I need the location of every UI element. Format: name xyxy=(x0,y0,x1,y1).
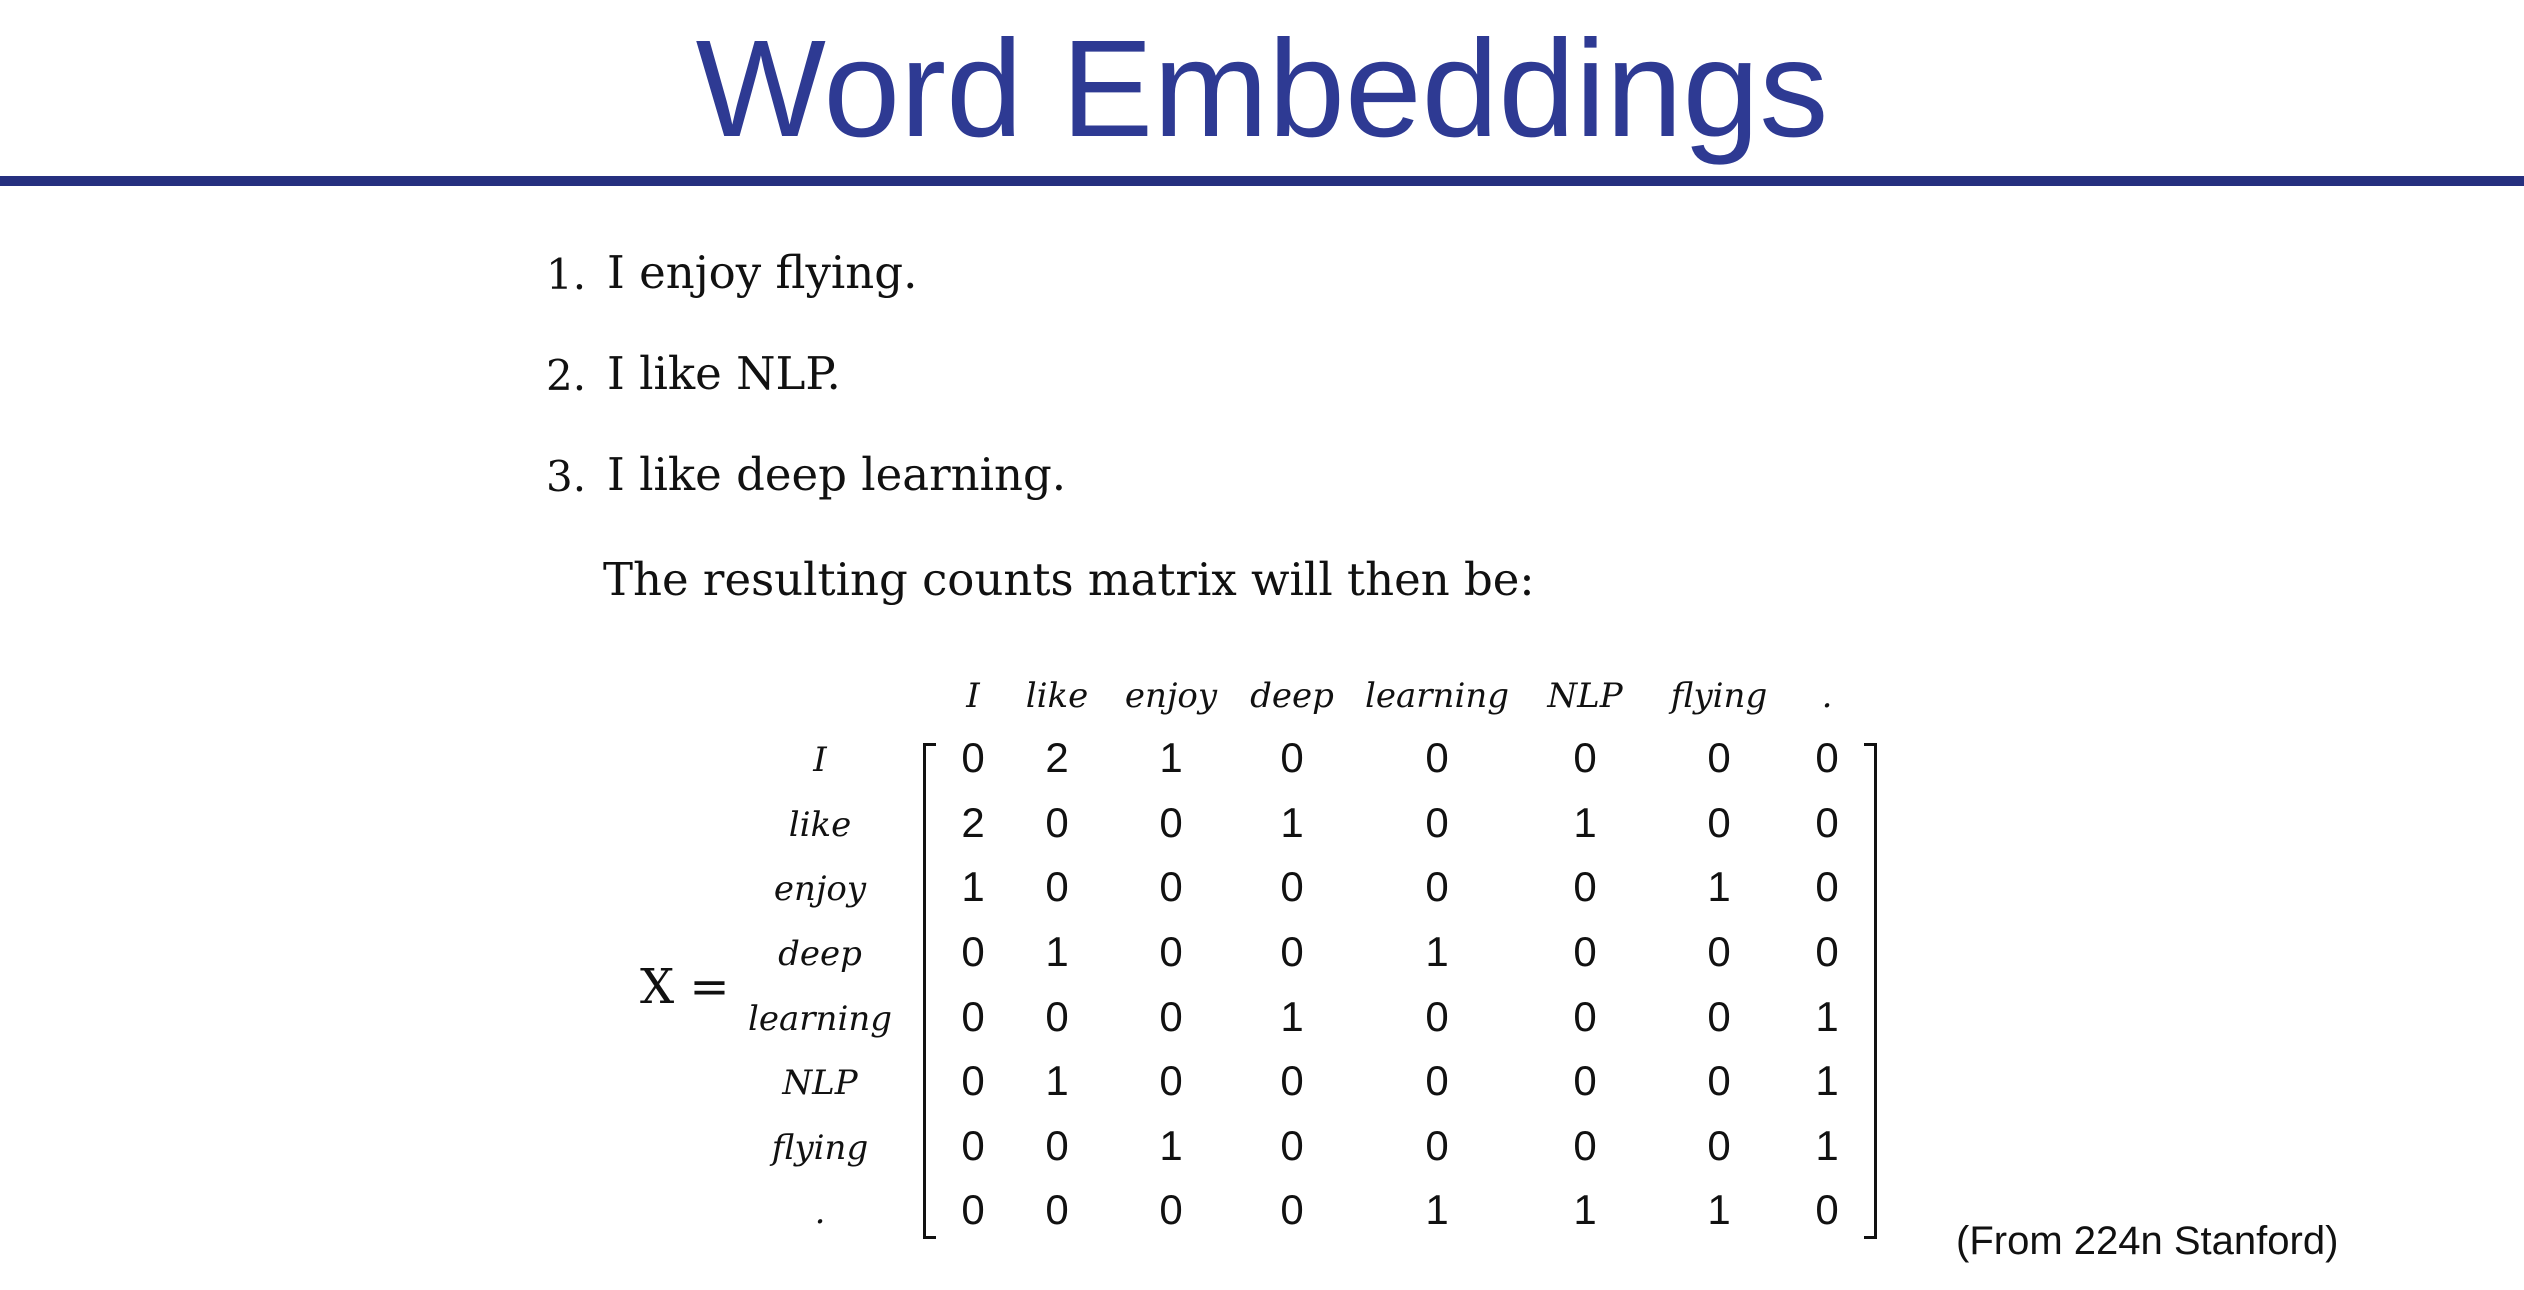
matrix-cell: 0 xyxy=(1425,863,1449,910)
matrix-cell: 0 xyxy=(1707,1057,1731,1104)
matrix-cell: 0 xyxy=(1280,928,1304,975)
matrix-cell: 0 xyxy=(1045,1186,1069,1233)
matrix-cell: 1 xyxy=(1707,1186,1731,1233)
list-item-number: 1. xyxy=(546,250,587,299)
matrix-cell: 0 xyxy=(1159,863,1183,910)
matrix-cell: 2 xyxy=(1045,734,1069,781)
matrix-cell: 1 xyxy=(1045,928,1069,975)
matrix-cell: 0 xyxy=(1159,1186,1183,1233)
matrix-cell: 0 xyxy=(961,1122,985,1169)
matrix-cell: 1 xyxy=(1815,1122,1839,1169)
matrix-column-header: learning xyxy=(1365,676,1509,716)
matrix-row-header: enjoy xyxy=(773,869,867,909)
matrix-cell: 0 xyxy=(1573,1122,1597,1169)
matrix-cell: 0 xyxy=(1045,799,1069,846)
matrix-label: X = xyxy=(640,959,730,1015)
matrix-cell: 1 xyxy=(1425,1186,1449,1233)
matrix-cell: 0 xyxy=(1707,734,1731,781)
matrix-cell: 0 xyxy=(1573,734,1597,781)
matrix-column-header: enjoy xyxy=(1124,676,1218,716)
matrix-cell: 0 xyxy=(1425,1122,1449,1169)
intro-text: The resulting counts matrix will then be… xyxy=(603,553,1535,606)
matrix-cell: 0 xyxy=(1159,1057,1183,1104)
matrix-cell: 0 xyxy=(961,1186,985,1233)
matrix-cell: 0 xyxy=(1707,928,1731,975)
matrix-cell: 0 xyxy=(1159,928,1183,975)
matrix-column-header: I xyxy=(966,676,980,716)
matrix-cell: 1 xyxy=(1573,799,1597,846)
list-item-number: 2. xyxy=(546,351,587,400)
matrix-right-bracket xyxy=(1864,743,1877,1239)
matrix-cell: 0 xyxy=(1573,993,1597,1040)
matrix-row-header: . xyxy=(814,1192,826,1232)
matrix-cell: 0 xyxy=(1280,734,1304,781)
matrix-cell: 0 xyxy=(961,1057,985,1104)
matrix-cell: 1 xyxy=(1425,928,1449,975)
matrix-row-header: flying xyxy=(771,1128,869,1168)
matrix-left-bracket xyxy=(923,743,936,1239)
matrix-cell: 0 xyxy=(1815,928,1839,975)
list-item-text: I like NLP. xyxy=(607,347,841,400)
matrix-cell: 0 xyxy=(1707,993,1731,1040)
matrix-cell: 1 xyxy=(1815,1057,1839,1104)
matrix-cell: 0 xyxy=(1280,863,1304,910)
matrix-row-header: like xyxy=(788,805,852,845)
matrix-cell: 1 xyxy=(961,863,985,910)
matrix-cell: 1 xyxy=(1045,1057,1069,1104)
matrix-cell: 0 xyxy=(1573,863,1597,910)
matrix-row-header: NLP xyxy=(782,1063,858,1103)
matrix-cell: 0 xyxy=(1707,1122,1731,1169)
matrix-column-header: flying xyxy=(1670,676,1768,716)
matrix-cell: 0 xyxy=(1815,863,1839,910)
matrix-column-header: . xyxy=(1821,676,1833,716)
slide-title: Word Embeddings xyxy=(695,12,1829,166)
matrix-cell: 0 xyxy=(1159,993,1183,1040)
matrix-cell: 0 xyxy=(961,993,985,1040)
matrix-cell: 0 xyxy=(1815,734,1839,781)
matrix-cell: 1 xyxy=(1815,993,1839,1040)
matrix-cell: 1 xyxy=(1280,799,1304,846)
matrix-row-header: learning xyxy=(748,999,892,1039)
matrix-cell: 1 xyxy=(1707,863,1731,910)
matrix-cell: 0 xyxy=(1425,734,1449,781)
matrix-cell: 0 xyxy=(961,734,985,781)
matrix-cell: 0 xyxy=(1425,1057,1449,1104)
matrix-cell: 0 xyxy=(1425,799,1449,846)
matrix-cell: 0 xyxy=(961,928,985,975)
matrix-cell: 2 xyxy=(961,799,985,846)
matrix-cell: 0 xyxy=(1280,1057,1304,1104)
matrix-column-header: like xyxy=(1025,676,1089,716)
matrix-cell: 0 xyxy=(1045,1122,1069,1169)
matrix-cell: 0 xyxy=(1707,799,1731,846)
list-item-text: I enjoy flying. xyxy=(607,246,918,299)
matrix-cell: 0 xyxy=(1425,993,1449,1040)
matrix-cell: 0 xyxy=(1045,993,1069,1040)
source-note: (From 224n Stanford) xyxy=(1956,1219,2339,1263)
matrix-cell: 1 xyxy=(1280,993,1304,1040)
matrix-cell: 0 xyxy=(1573,928,1597,975)
matrix-column-header: deep xyxy=(1250,676,1334,716)
title-divider xyxy=(0,176,2524,186)
matrix-cell: 0 xyxy=(1815,799,1839,846)
matrix-cell: 0 xyxy=(1280,1122,1304,1169)
matrix-cell: 1 xyxy=(1573,1186,1597,1233)
matrix-row-header: I xyxy=(813,740,827,780)
matrix-column-header: NLP xyxy=(1547,676,1623,716)
matrix-cell: 1 xyxy=(1159,734,1183,781)
matrix-cell: 0 xyxy=(1045,863,1069,910)
matrix-cell: 0 xyxy=(1280,1186,1304,1233)
list-item-text: I like deep learning. xyxy=(607,448,1067,501)
matrix-cell: 0 xyxy=(1159,799,1183,846)
matrix-cell: 0 xyxy=(1815,1186,1839,1233)
matrix-cell: 1 xyxy=(1159,1122,1183,1169)
matrix-row-header: deep xyxy=(778,934,862,974)
matrix-cell: 0 xyxy=(1573,1057,1597,1104)
list-item-number: 3. xyxy=(546,452,587,501)
